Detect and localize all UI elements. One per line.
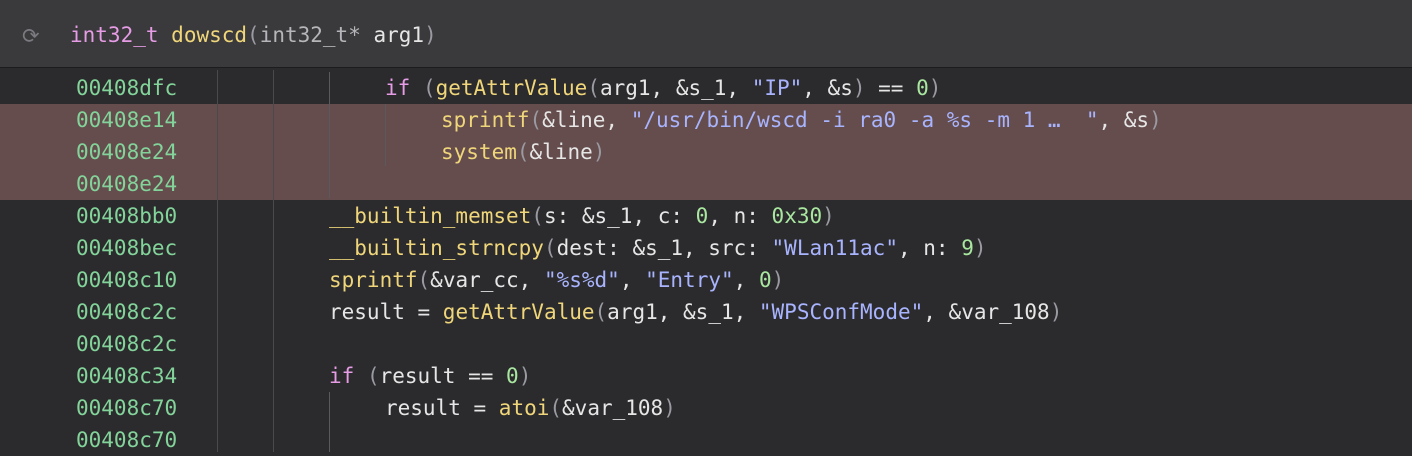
function-signature[interactable]: int32_t dowscd(int32_t* arg1) [70, 19, 437, 51]
indent-guide [385, 104, 386, 166]
code-line[interactable]: __builtin_memset(s: &s_1, c: 0, n: 0x30) [329, 200, 835, 232]
code-line[interactable]: if (result == 0) [329, 360, 531, 392]
address[interactable]: 00408e24 [76, 168, 177, 200]
code-line[interactable]: result = atoi(&var_108) [385, 392, 676, 424]
gutter-separator [217, 70, 218, 452]
code-row[interactable]: 00408bb0 __builtin_memset(s: &s_1, c: 0,… [0, 200, 1412, 232]
code-line[interactable]: sprintf(&var_cc, "%s%d", "Entry", 0) [329, 264, 784, 296]
code-line[interactable]: if (getAttrValue(arg1, &s_1, "IP", &s) =… [385, 72, 941, 104]
address[interactable]: 00408e24 [76, 136, 177, 168]
code-line[interactable]: result = getAttrValue(arg1, &s_1, "WPSCo… [329, 296, 1062, 328]
indent-guide [329, 392, 330, 452]
code-row[interactable]: 00408c2c [0, 328, 1412, 360]
param-name[interactable]: arg1 [374, 23, 425, 47]
code-row[interactable]: 00408c2c result = getAttrValue(arg1, &s_… [0, 296, 1412, 328]
indent-guide [329, 72, 330, 198]
code-row[interactable]: 00408c34 if (result == 0) [0, 360, 1412, 392]
code-row[interactable]: 00408c70 [0, 424, 1412, 456]
code-line[interactable]: __builtin_strncpy(dest: &s_1, src: "WLan… [329, 232, 987, 264]
code-row[interactable]: 00408c70 result = atoi(&var_108) [0, 392, 1412, 424]
code-row-highlighted[interactable]: 00408e14 sprintf(&line, "/usr/bin/wscd -… [0, 104, 1412, 136]
return-type: int32_t [70, 23, 159, 47]
address[interactable]: 00408dfc [76, 72, 177, 104]
code-row-highlighted[interactable]: 00408e24 system(&line) [0, 136, 1412, 168]
param-type: int32_t* [259, 23, 361, 47]
refresh-icon[interactable]: ⟳ [22, 25, 44, 47]
address[interactable]: 00408e14 [76, 104, 177, 136]
signature-close-paren: ) [424, 23, 437, 47]
address[interactable]: 00408c10 [76, 264, 177, 296]
code-row[interactable]: 00408c10 sprintf(&var_cc, "%s%d", "Entry… [0, 264, 1412, 296]
function-name[interactable]: dowscd [171, 23, 247, 47]
address[interactable]: 00408c2c [76, 296, 177, 328]
address[interactable]: 00408c34 [76, 360, 177, 392]
address[interactable]: 00408c70 [76, 424, 177, 456]
gutter-separator [273, 70, 274, 452]
address[interactable]: 00408c70 [76, 392, 177, 424]
code-row[interactable]: 00408bec __builtin_strncpy(dest: &s_1, s… [0, 232, 1412, 264]
code-row[interactable]: 00408dfc if (getAttrValue(arg1, &s_1, "I… [0, 72, 1412, 104]
code-line[interactable]: sprintf(&line, "/usr/bin/wscd -i ra0 -a … [441, 104, 1162, 136]
decompiled-code-view[interactable]: 00408dfc if (getAttrValue(arg1, &s_1, "I… [0, 70, 1412, 452]
address[interactable]: 00408c2c [76, 328, 177, 360]
code-line[interactable]: system(&line) [441, 136, 605, 168]
address[interactable]: 00408bec [76, 232, 177, 264]
code-row-highlighted[interactable]: 00408e24 [0, 168, 1412, 200]
signature-open-paren: ( [247, 23, 260, 47]
address[interactable]: 00408bb0 [76, 200, 177, 232]
function-header: ⟳ int32_t dowscd(int32_t* arg1) [0, 0, 1412, 68]
